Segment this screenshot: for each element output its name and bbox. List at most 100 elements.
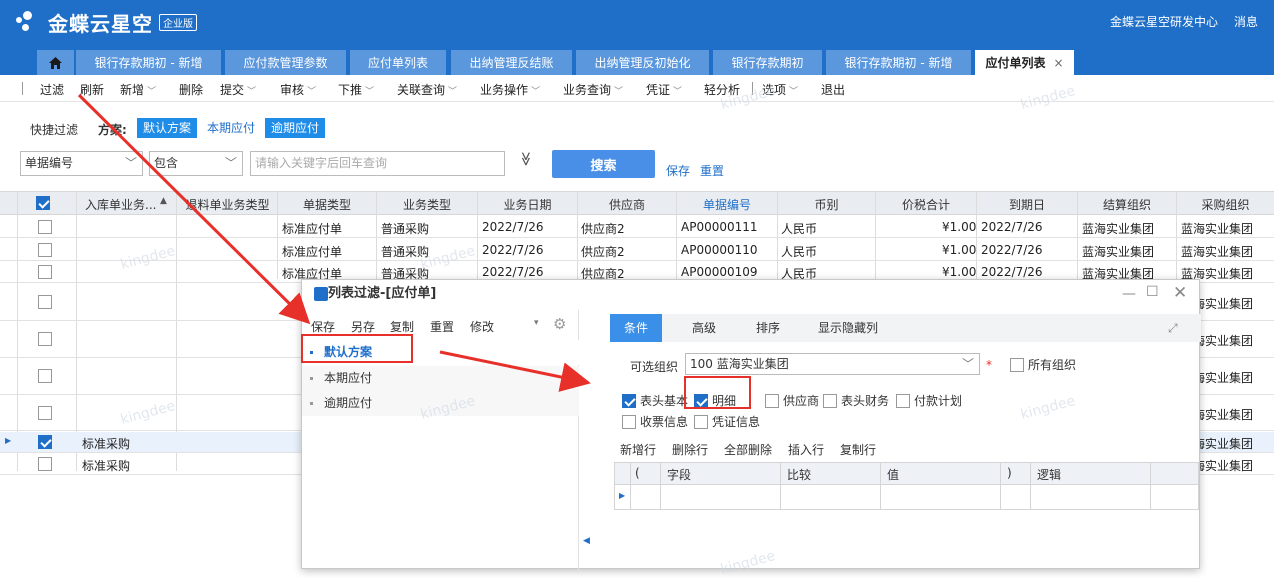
col-bill-type[interactable]: 单据类型	[278, 196, 376, 213]
keyword-input[interactable]: 请输入关键字后回车查询	[250, 151, 505, 176]
delete-row-button[interactable]: 删除行	[672, 441, 708, 458]
sort-icon[interactable]: ▲	[160, 196, 167, 206]
tab-ap-list-active[interactable]: 应付单列表 ×	[975, 50, 1074, 75]
expand-icon[interactable]: ≫	[517, 152, 533, 167]
audit-button[interactable]: 审核 ﹀	[280, 81, 316, 98]
tab-ap-list[interactable]: 应付单列表	[350, 50, 446, 75]
chevron-down-icon: ﹀	[307, 87, 317, 97]
scheme-item-current[interactable]: 本期应付	[302, 366, 579, 391]
bill-no-link[interactable]: AP00000109	[681, 265, 758, 279]
collapse-icon[interactable]: ◀	[583, 536, 590, 546]
save-button[interactable]: 保存	[311, 318, 335, 335]
col-purchase-org[interactable]: 采购组织	[1177, 196, 1274, 213]
modify-button[interactable]: 修改	[470, 318, 494, 335]
col-in-biz[interactable]: 入库单业务...	[85, 196, 156, 213]
bill-no-link[interactable]: AP00000110	[681, 243, 758, 257]
gear-icon[interactable]: ⚙	[553, 315, 566, 333]
scheme-current-period[interactable]: 本期应付	[201, 118, 261, 138]
current-row-icon: ▶	[5, 436, 12, 445]
row-checkbox[interactable]	[38, 406, 52, 420]
row-checkbox[interactable]	[38, 457, 52, 471]
refresh-button[interactable]: 刷新	[80, 81, 104, 98]
table-row[interactable]: 标准应付单 普通采购 2022/7/26 供应商2 AP00000111 人民币 ¥1…	[0, 216, 1274, 238]
tab-bar: 银行存款期初 - 新增 应付款管理参数 应付单列表 出纳管理反结账 出纳管理反初…	[0, 47, 1274, 75]
row-checkbox[interactable]	[38, 332, 52, 346]
check-invoice-info[interactable]: 收票信息	[622, 413, 688, 430]
row-checkbox[interactable]	[38, 220, 52, 234]
delete-all-button[interactable]: 全部删除	[724, 441, 772, 458]
copy-row-button[interactable]: 复制行	[840, 441, 876, 458]
reset-link[interactable]: 重置	[700, 162, 724, 179]
col-currency[interactable]: 币别	[778, 196, 875, 213]
reset-button[interactable]: 重置	[430, 318, 454, 335]
search-button[interactable]: 搜索	[552, 150, 655, 178]
operator-select[interactable]: 包含 ﹀	[149, 151, 243, 176]
business-ops-button[interactable]: 业务操作 ﹀	[480, 81, 540, 98]
dev-center-link[interactable]: 金蝶云星空研发中心	[1110, 13, 1218, 30]
all-org-checkbox[interactable]: 所有组织	[1010, 356, 1076, 373]
list-filter-dialog: 列表过滤-[应付单] — ☐ ✕ 保存 另存 复制 重置 修改 ▾ ⚙ 默认方案…	[301, 279, 1201, 570]
check-header-basic[interactable]: 表头基本	[622, 392, 688, 409]
tab-bank-deposit[interactable]: 银行存款期初	[713, 50, 822, 75]
select-all-checkbox[interactable]	[36, 196, 50, 210]
row-checkbox[interactable]	[38, 295, 52, 309]
insert-row-button[interactable]: 插入行	[788, 441, 824, 458]
check-header-finance[interactable]: 表头财务	[823, 392, 889, 409]
related-query-button[interactable]: 关联查询 ﹀	[397, 81, 457, 98]
highlight-detail-checkbox	[684, 376, 751, 409]
voucher-button[interactable]: 凭证 ﹀	[646, 81, 682, 98]
row-checkbox[interactable]	[38, 243, 52, 257]
save-scheme-link[interactable]: 保存	[666, 162, 690, 179]
filter-button[interactable]: 过滤	[40, 81, 64, 98]
col-due-date[interactable]: 到期日	[977, 196, 1077, 213]
org-select[interactable]: 100 蓝海实业集团 ﹀	[685, 353, 980, 375]
col-return-biz[interactable]: 退料单业务类型	[180, 196, 275, 213]
minimize-icon[interactable]: —	[1122, 286, 1136, 302]
dropdown-icon[interactable]: ▾	[534, 318, 539, 328]
save-as-button[interactable]: 另存	[351, 318, 375, 335]
tab-show-hidden-cols[interactable]: 显示隐藏列	[818, 314, 878, 342]
row-checkbox[interactable]	[38, 435, 52, 449]
delete-button[interactable]: 删除	[179, 81, 203, 98]
condition-row[interactable]	[615, 485, 1198, 505]
col-biz-type[interactable]: 业务类型	[377, 196, 477, 213]
close-icon[interactable]: ✕	[1173, 283, 1187, 303]
add-row-button[interactable]: 新增行	[620, 441, 656, 458]
tab-condition[interactable]: 条件	[610, 314, 663, 342]
tab-cashier-uninit[interactable]: 出纳管理反初始化	[576, 50, 709, 75]
scheme-default[interactable]: 默认方案	[137, 118, 198, 138]
tab-advanced[interactable]: 高级	[692, 314, 716, 342]
check-voucher-info[interactable]: 凭证信息	[694, 413, 760, 430]
check-payment-plan[interactable]: 付款计划	[896, 392, 962, 409]
messages-link[interactable]: 消息	[1234, 13, 1258, 30]
maximize-icon[interactable]: ☐	[1146, 284, 1159, 300]
scheme-overdue[interactable]: 逾期应付	[265, 118, 326, 138]
table-row[interactable]: 标准应付单 普通采购 2022/7/26 供应商2 AP00000110 人民币 ¥1…	[0, 239, 1274, 261]
copy-button[interactable]: 复制	[390, 318, 414, 335]
tab-bank-deposit-new-2[interactable]: 银行存款期初 - 新增	[826, 50, 971, 75]
tab-cashier-unclose[interactable]: 出纳管理反结账	[451, 50, 572, 75]
col-bill-no[interactable]: 单据编号	[677, 196, 777, 213]
close-icon[interactable]: ×	[1053, 56, 1063, 70]
submit-button[interactable]: 提交 ﹀	[220, 81, 256, 98]
expand-icon[interactable]: ⤢	[1168, 314, 1178, 342]
push-down-button[interactable]: 下推 ﹀	[338, 81, 374, 98]
check-supplier[interactable]: 供应商	[765, 392, 819, 409]
col-settle-org[interactable]: 结算组织	[1078, 196, 1176, 213]
new-button[interactable]: 新增 ﹀	[120, 81, 156, 98]
col-biz-date[interactable]: 业务日期	[478, 196, 577, 213]
col-supplier[interactable]: 供应商	[578, 196, 676, 213]
tab-sort[interactable]: 排序	[756, 314, 780, 342]
tab-bank-deposit-new[interactable]: 银行存款期初 - 新增	[76, 50, 221, 75]
home-tab[interactable]	[37, 50, 74, 75]
chevron-down-icon: ﹀	[961, 357, 974, 371]
field-select[interactable]: 单据编号 ﹀	[20, 151, 143, 176]
chevron-down-icon: ﹀	[147, 87, 157, 97]
tab-ap-params[interactable]: 应付款管理参数	[225, 50, 346, 75]
bill-no-link[interactable]: AP00000111	[681, 220, 758, 234]
business-query-button[interactable]: 业务查询 ﹀	[563, 81, 623, 98]
row-checkbox[interactable]	[38, 265, 52, 279]
col-total[interactable]: 价税合计	[876, 196, 976, 213]
row-checkbox[interactable]	[38, 369, 52, 383]
exit-button[interactable]: 退出	[821, 81, 845, 98]
